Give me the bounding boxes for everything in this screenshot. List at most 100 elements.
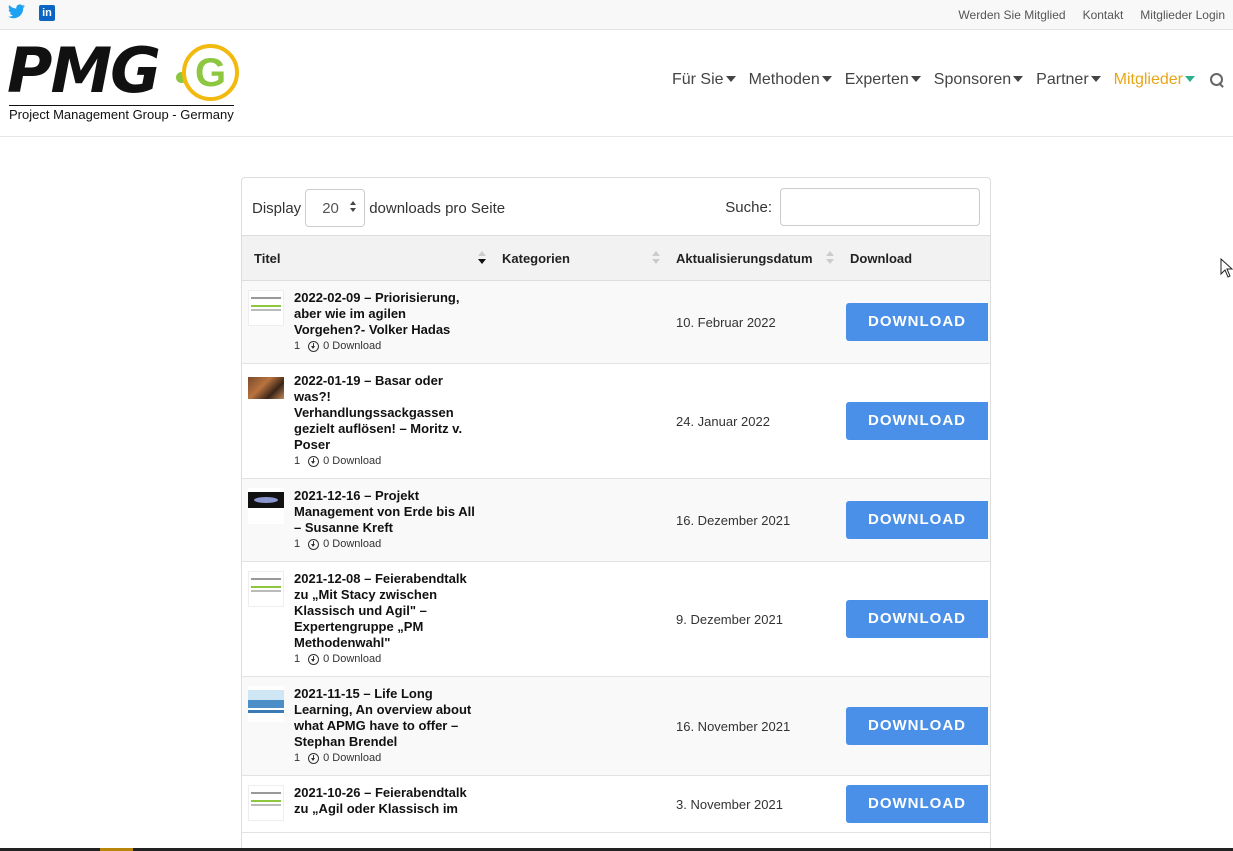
updated-date: 3. November 2021 (676, 796, 783, 812)
logo-letters: PMG (7, 34, 161, 107)
download-button[interactable]: DOWNLOAD (846, 600, 988, 638)
table-row: 2022-01-19 – Basar oder was?! Verhandlun… (242, 364, 990, 479)
become-member-link[interactable]: Werden Sie Mitglied (958, 8, 1065, 22)
download-button[interactable]: DOWNLOAD (846, 785, 988, 823)
search-icon[interactable] (1210, 72, 1225, 88)
page-length-suffix: downloads pro Seite (369, 199, 506, 217)
file-count: 1 (294, 653, 301, 665)
table-row: 2022-02-09 – Priorisierung, aber wie im … (242, 280, 990, 364)
nav-item-partner[interactable]: Partner (1036, 71, 1101, 89)
download-cell: DOWNLOAD (838, 776, 990, 833)
top-links: Werden Sie Mitglied Kontakt Mitglieder L… (958, 8, 1225, 22)
file-count: 1 (294, 752, 301, 764)
download-meta: 1 0 Download (294, 340, 476, 352)
search-input[interactable] (780, 188, 980, 226)
nav-item-mitglieder[interactable]: Mitglieder (1114, 71, 1195, 89)
download-title-link[interactable]: 2022-01-19 – Basar oder was?! Verhandlun… (294, 373, 476, 453)
social-links: in (8, 4, 55, 21)
top-bar: in Werden Sie Mitglied Kontakt Mitgliede… (0, 0, 1233, 30)
download-button[interactable]: DOWNLOAD (846, 501, 988, 539)
caret-down-icon (725, 76, 736, 82)
logo-g-letter: G (195, 51, 227, 95)
search-label: Suche: (725, 198, 772, 216)
page-length-control: Display 20 downloads pro Seite (252, 189, 505, 227)
updated-date: 16. November 2021 (676, 718, 791, 734)
nav-item-sponsoren[interactable]: Sponsoren (933, 71, 1024, 89)
caret-down-icon (910, 76, 921, 82)
nav-label: Sponsoren (933, 71, 1012, 88)
thumbnail-image[interactable] (248, 488, 284, 524)
nav-label: Für Sie (671, 71, 724, 88)
download-title-link[interactable]: 2021-10-26 – Feierabendtalk zu „Agil ode… (294, 785, 476, 817)
category-cell (490, 281, 664, 364)
download-meta: 1 0 Download (294, 455, 476, 467)
nav-item-experten[interactable]: Experten (845, 71, 921, 89)
logo-tagline: Project Management Group - Germany (9, 105, 234, 122)
download-meta: 1 0 Download (294, 538, 476, 550)
download-title-link[interactable]: 2021-12-16 – Projekt Management von Erde… (294, 488, 476, 536)
category-cell (490, 364, 664, 479)
updated-date: 9. Dezember 2021 (676, 611, 783, 627)
downloads-table: Titel Kategorien Aktualisierungsdatum Do… (242, 235, 990, 833)
title-cell: 2021-12-08 – Feierabendtalk zu „Mit Stac… (242, 562, 490, 677)
download-count: 0 Download (323, 340, 382, 352)
column-header-kategorien[interactable]: Kategorien (490, 236, 664, 281)
nav-item-methoden[interactable]: Methoden (749, 71, 832, 89)
download-title-link[interactable]: 2021-12-08 – Feierabendtalk zu „Mit Stac… (294, 571, 476, 651)
download-button[interactable]: DOWNLOAD (846, 303, 988, 341)
sort-icon (652, 251, 660, 265)
table-row: 2021-12-16 – Projekt Management von Erde… (242, 478, 990, 562)
linkedin-icon[interactable]: in (39, 5, 55, 21)
title-cell: 2022-02-09 – Priorisierung, aber wie im … (242, 281, 490, 364)
page-length-value: 20 (322, 199, 339, 217)
contact-link[interactable]: Kontakt (1083, 8, 1124, 22)
twitter-icon[interactable] (8, 4, 25, 21)
page-length-select[interactable]: 20 (305, 189, 366, 227)
download-count-icon (308, 455, 320, 467)
column-header-titel[interactable]: Titel (242, 236, 490, 281)
download-meta: 1 0 Download (294, 752, 476, 764)
column-header-aktualisierungsdatum[interactable]: Aktualisierungsdatum (664, 236, 838, 281)
display-label: Display (252, 199, 302, 217)
table-row: 2021-10-26 – Feierabendtalk zu „Agil ode… (242, 776, 990, 833)
pmg-logo[interactable]: PMG G Project Management Group - Germany (7, 36, 247, 122)
thumbnail-image[interactable] (248, 571, 284, 607)
category-cell (490, 562, 664, 677)
download-meta: 1 0 Download (294, 653, 476, 665)
download-count-icon (308, 538, 320, 550)
download-cell: DOWNLOAD (838, 677, 990, 776)
nav-item-fuer-sie[interactable]: Für Sie (672, 71, 736, 89)
download-count-icon (308, 653, 320, 665)
sort-icon (826, 251, 834, 265)
category-cell (490, 776, 664, 833)
table-search: Suche: (725, 188, 980, 226)
download-count: 0 Download (323, 455, 382, 467)
download-title-link[interactable]: 2021-11-15 – Life Long Learning, An over… (294, 686, 476, 750)
header-label: Download (850, 250, 913, 266)
thumbnail-image[interactable] (248, 686, 284, 722)
download-title-link[interactable]: 2022-02-09 – Priorisierung, aber wie im … (294, 290, 476, 338)
site-header: PMG G Project Management Group - Germany… (0, 30, 1233, 137)
member-login-link[interactable]: Mitglieder Login (1140, 8, 1225, 22)
title-cell: 2021-12-16 – Projekt Management von Erde… (242, 479, 490, 562)
download-count-icon (308, 752, 320, 764)
caret-down-icon (821, 76, 832, 82)
title-cell: 2021-10-26 – Feierabendtalk zu „Agil ode… (242, 776, 490, 833)
file-count: 1 (294, 455, 301, 467)
download-count: 0 Download (323, 653, 382, 665)
download-cell: DOWNLOAD (838, 281, 990, 364)
file-count: 1 (294, 538, 301, 550)
download-button[interactable]: DOWNLOAD (846, 707, 988, 745)
download-button[interactable]: DOWNLOAD (846, 402, 988, 440)
caret-down-icon (1185, 76, 1195, 82)
updated-date: 16. Dezember 2021 (676, 512, 791, 528)
thumbnail-image[interactable] (248, 377, 284, 399)
column-header-download: Download (838, 236, 990, 281)
logo-g-circle: G (182, 44, 239, 101)
thumbnail-image[interactable] (248, 290, 284, 326)
title-cell: 2021-11-15 – Life Long Learning, An over… (242, 677, 490, 776)
nav-label: Partner (1036, 71, 1089, 88)
thumbnail-image[interactable] (248, 785, 284, 821)
downloads-panel: Display 20 downloads pro Seite Suche: Ti… (241, 177, 991, 851)
table-row: 2021-12-08 – Feierabendtalk zu „Mit Stac… (242, 562, 990, 677)
